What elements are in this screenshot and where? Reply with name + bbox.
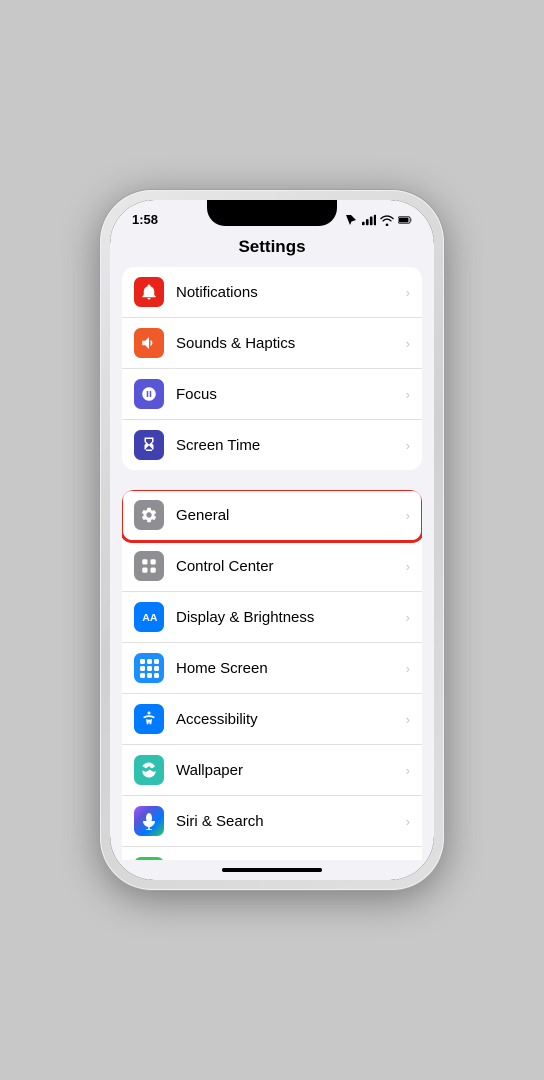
phone-inner: 1:58	[110, 200, 434, 880]
sounds-chevron: ›	[406, 336, 410, 351]
display-chevron: ›	[406, 610, 410, 625]
signal-icon	[362, 214, 376, 226]
page-title: Settings	[110, 231, 434, 267]
scroll-area[interactable]: Notifications › Sounds & Haptics ›	[110, 267, 434, 860]
controlcenter-icon	[134, 551, 164, 581]
settings-row-display[interactable]: AA Display & Brightness ›	[122, 592, 422, 643]
wallpaper-chevron: ›	[406, 763, 410, 778]
homescreen-icon	[134, 653, 164, 683]
faceid-icon	[134, 857, 164, 860]
battery-icon	[398, 214, 412, 226]
controlcenter-label: Control Center	[176, 558, 402, 575]
homescreen-label: Home Screen	[176, 660, 402, 677]
focus-icon	[134, 379, 164, 409]
settings-row-siri[interactable]: Siri & Search ›	[122, 796, 422, 847]
focus-label: Focus	[176, 386, 402, 403]
settings-row-screentime[interactable]: Screen Time ›	[122, 420, 422, 470]
screentime-chevron: ›	[406, 438, 410, 453]
sounds-icon	[134, 328, 164, 358]
settings-row-homescreen[interactable]: Home Screen ›	[122, 643, 422, 694]
home-bar	[222, 868, 322, 872]
siri-label: Siri & Search	[176, 813, 402, 830]
settings-row-controlcenter[interactable]: Control Center ›	[122, 541, 422, 592]
display-label: Display & Brightness	[176, 609, 402, 626]
accessibility-icon	[134, 704, 164, 734]
siri-icon	[134, 806, 164, 836]
notifications-chevron: ›	[406, 285, 410, 300]
settings-section-1: Notifications › Sounds & Haptics ›	[122, 267, 422, 470]
settings-row-general[interactable]: General ›	[122, 490, 422, 541]
siri-chevron: ›	[406, 814, 410, 829]
status-icons	[344, 214, 412, 226]
settings-row-notifications[interactable]: Notifications ›	[122, 267, 422, 318]
display-icon: AA	[134, 602, 164, 632]
wifi-icon	[380, 214, 394, 226]
settings-row-focus[interactable]: Focus ›	[122, 369, 422, 420]
settings-row-sounds[interactable]: Sounds & Haptics ›	[122, 318, 422, 369]
general-chevron: ›	[406, 508, 410, 523]
focus-chevron: ›	[406, 387, 410, 402]
controlcenter-chevron: ›	[406, 559, 410, 574]
location-icon	[344, 214, 358, 226]
sounds-label: Sounds & Haptics	[176, 335, 402, 352]
settings-row-faceid[interactable]: Face ID & Passcode ›	[122, 847, 422, 860]
svg-text:AA: AA	[142, 612, 158, 624]
screentime-icon	[134, 430, 164, 460]
wallpaper-icon	[134, 755, 164, 785]
homescreen-chevron: ›	[406, 661, 410, 676]
general-label: General	[176, 507, 402, 524]
settings-row-wallpaper[interactable]: Wallpaper ›	[122, 745, 422, 796]
notifications-icon	[134, 277, 164, 307]
notifications-label: Notifications	[176, 284, 402, 301]
settings-section-2: General › Control	[122, 490, 422, 860]
status-time: 1:58	[132, 212, 158, 227]
settings-row-accessibility[interactable]: Accessibility ›	[122, 694, 422, 745]
general-icon	[134, 500, 164, 530]
phone-frame: 1:58	[100, 190, 444, 890]
accessibility-chevron: ›	[406, 712, 410, 727]
screen: 1:58	[110, 200, 434, 880]
home-indicator	[110, 860, 434, 880]
notch	[207, 200, 337, 226]
screentime-label: Screen Time	[176, 437, 402, 454]
wallpaper-label: Wallpaper	[176, 762, 402, 779]
accessibility-label: Accessibility	[176, 711, 402, 728]
